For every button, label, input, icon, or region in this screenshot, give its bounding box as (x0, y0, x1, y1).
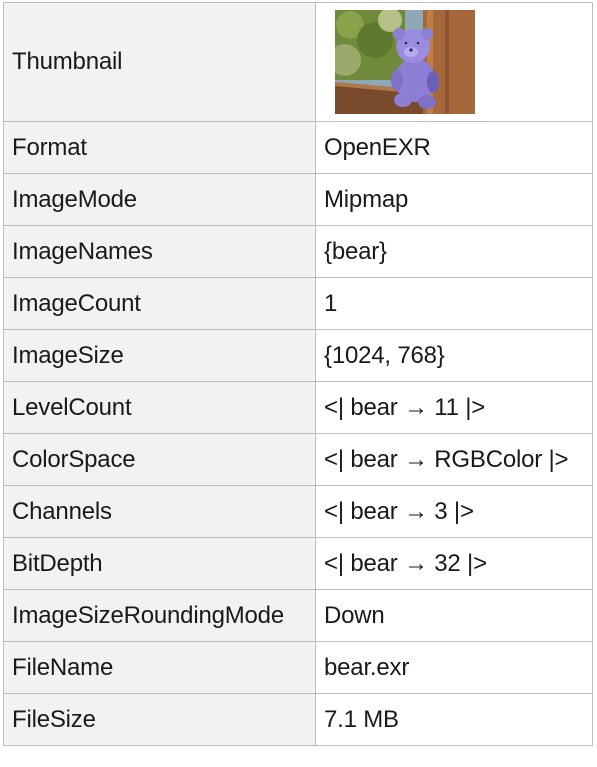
property-value (315, 2, 593, 122)
table-row: FileName bear.exr (3, 641, 593, 694)
table-row: Format OpenEXR (3, 121, 593, 174)
property-name: ImageCount (3, 277, 316, 330)
property-name: ImageSize (3, 329, 316, 382)
property-name: ImageSizeRoundingMode (3, 589, 316, 642)
property-value: {1024, 768} (315, 329, 593, 382)
property-name: Format (3, 121, 316, 174)
table-row: LevelCount <| bear → 11 |> (3, 381, 593, 434)
table-row: Thumbnail (3, 2, 593, 122)
property-value: <| bear → RGBColor |> (315, 433, 593, 486)
property-value: 7.1 MB (315, 693, 593, 746)
property-name: ImageNames (3, 225, 316, 278)
property-value: bear.exr (315, 641, 593, 694)
properties-table: Thumbnail Format OpenEXR ImageMode Mipma… (3, 2, 593, 746)
table-row: BitDepth <| bear → 32 |> (3, 537, 593, 590)
property-value: <| bear → 3 |> (315, 485, 593, 538)
table-row: ColorSpace <| bear → RGBColor |> (3, 433, 593, 486)
property-value: {bear} (315, 225, 593, 278)
property-value: Down (315, 589, 593, 642)
property-value: OpenEXR (315, 121, 593, 174)
property-name: Channels (3, 485, 316, 538)
property-name: FileName (3, 641, 316, 694)
table-row: ImageSizeRoundingMode Down (3, 589, 593, 642)
property-name: LevelCount (3, 381, 316, 434)
table-row: ImageNames {bear} (3, 225, 593, 278)
property-value: 1 (315, 277, 593, 330)
thumbnail-image (335, 10, 475, 114)
property-name: ColorSpace (3, 433, 316, 486)
property-value: <| bear → 11 |> (315, 381, 593, 434)
table-row: ImageCount 1 (3, 277, 593, 330)
property-name: Thumbnail (3, 2, 316, 122)
table-row: ImageSize {1024, 768} (3, 329, 593, 382)
property-value: <| bear → 32 |> (315, 537, 593, 590)
table-row: Channels <| bear → 3 |> (3, 485, 593, 538)
table-row: ImageMode Mipmap (3, 173, 593, 226)
property-value: Mipmap (315, 173, 593, 226)
property-name: ImageMode (3, 173, 316, 226)
property-name: FileSize (3, 693, 316, 746)
property-name: BitDepth (3, 537, 316, 590)
table-row: FileSize 7.1 MB (3, 693, 593, 746)
